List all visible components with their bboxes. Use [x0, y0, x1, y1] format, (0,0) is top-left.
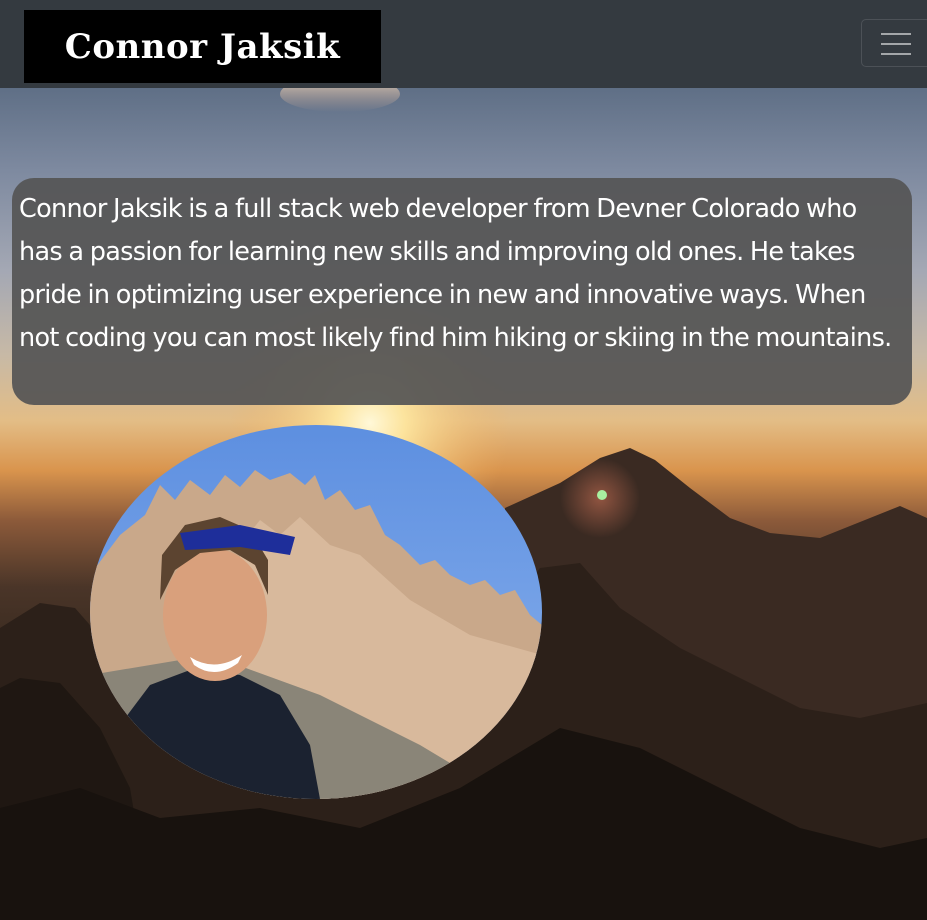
hamburger-menu-icon — [881, 53, 911, 55]
page: Connor Jaksik Connor Jaksik is a full st… — [0, 0, 927, 920]
navbar-toggler-button[interactable] — [861, 19, 927, 67]
hamburger-menu-icon — [881, 43, 911, 45]
profile-photo — [90, 425, 542, 799]
hamburger-menu-icon — [881, 33, 911, 35]
brand-logo-link[interactable]: Connor Jaksik — [24, 10, 381, 83]
navbar: Connor Jaksik — [0, 0, 927, 88]
about-text: Connor Jaksik is a full stack web develo… — [12, 178, 912, 405]
